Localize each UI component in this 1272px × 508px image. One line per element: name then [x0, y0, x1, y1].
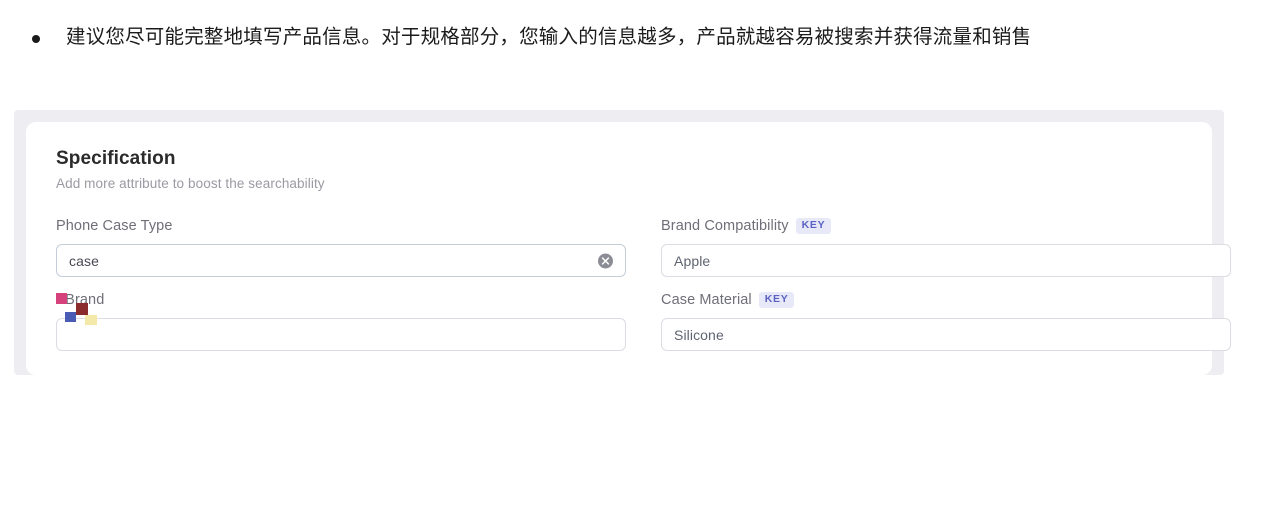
bullet-dot-icon [32, 35, 40, 43]
label-text: Phone Case Type [56, 218, 173, 234]
clear-circle-x-icon[interactable] [598, 253, 613, 268]
input-brand[interactable] [56, 318, 626, 351]
input-value-phone-case-type: case [69, 252, 99, 269]
input-case-material[interactable]: Silicone [661, 318, 1231, 351]
note-text: 建议您尽可能完整地填写产品信息。对于规格部分，您输入的信息越多，产品就越容易被搜… [66, 26, 1032, 48]
field-label-case-material: Case Material KEY [661, 291, 1231, 309]
input-value-brand-compatibility: Apple [674, 252, 711, 269]
field-label-brand: * Brand [56, 291, 646, 309]
note-list-item: 建议您尽可能完整地填写产品信息。对于规格部分，您输入的信息越多，产品就越容易被搜… [24, 22, 1242, 54]
field-label-phone-case-type: Phone Case Type [56, 217, 646, 235]
input-phone-case-type[interactable]: case [56, 244, 626, 277]
specification-card: Specification Add more attribute to boos… [26, 122, 1231, 375]
field-phone-case-type: Phone Case Type case [56, 217, 646, 291]
required-asterisk: * [56, 292, 62, 308]
specification-form: Phone Case Type case Brand Compatibility… [56, 217, 1231, 365]
label-text: Case Material [661, 292, 752, 308]
field-brand: * Brand [56, 291, 646, 365]
field-label-brand-compatibility: Brand Compatibility KEY [661, 217, 1231, 235]
key-badge: KEY [758, 292, 795, 308]
input-brand-compatibility[interactable]: Apple [661, 244, 1231, 277]
specification-title: Specification [56, 148, 176, 169]
key-badge: KEY [795, 218, 832, 234]
specification-subtitle: Add more attribute to boost the searchab… [56, 176, 325, 191]
input-value-case-material: Silicone [674, 326, 724, 343]
label-text: Brand [65, 292, 105, 308]
field-case-material: Case Material KEY Silicone [646, 291, 1231, 365]
field-brand-compatibility: Brand Compatibility KEY Apple [646, 217, 1231, 291]
label-text: Brand Compatibility [661, 218, 789, 234]
guidance-note: 建议您尽可能完整地填写产品信息。对于规格部分，您输入的信息越多，产品就越容易被搜… [0, 0, 1272, 54]
specification-panel-container: Specification Add more attribute to boos… [14, 110, 1231, 375]
